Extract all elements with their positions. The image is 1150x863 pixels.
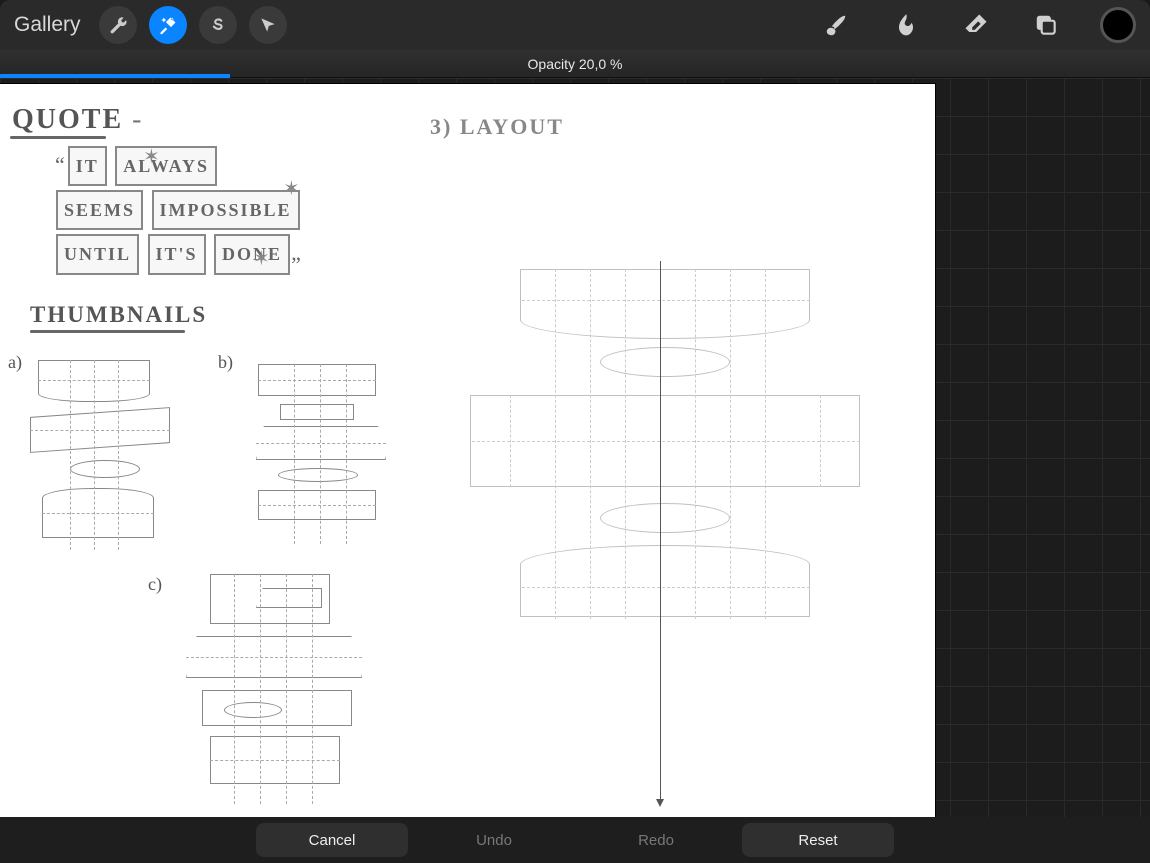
- transform-bar: Cancel Undo Redo Reset: [0, 817, 1150, 863]
- s-tool-icon[interactable]: [199, 6, 237, 44]
- layers-icon[interactable]: [1024, 3, 1068, 47]
- workspace[interactable]: QUOTE - “IT ALWAYS SEEMS IMPOSSIBLE UNTI…: [0, 78, 1150, 817]
- canvas[interactable]: QUOTE - “IT ALWAYS SEEMS IMPOSSIBLE UNTI…: [0, 84, 935, 817]
- opacity-slider[interactable]: Opacity 20,0 %: [0, 50, 1150, 78]
- opacity-label: Opacity 20,0 %: [528, 56, 623, 72]
- redo-button[interactable]: Redo: [580, 823, 732, 857]
- thumbnail-c: [180, 574, 370, 804]
- thumb-label-a: a): [8, 352, 22, 373]
- color-swatch[interactable]: [1100, 7, 1136, 43]
- layout-grid: [460, 269, 860, 749]
- gallery-button[interactable]: Gallery: [14, 13, 81, 37]
- magic-wand-icon[interactable]: [149, 6, 187, 44]
- thumbnails-heading: THUMBNAILS: [30, 302, 207, 328]
- cancel-button[interactable]: Cancel: [256, 823, 408, 857]
- top-toolbar: Gallery: [0, 0, 1150, 50]
- smudge-icon[interactable]: [884, 3, 928, 47]
- thumbnails-underline: [30, 330, 185, 333]
- quote-underline: [10, 136, 106, 139]
- reset-button[interactable]: Reset: [742, 823, 894, 857]
- thumbnail-a: [30, 360, 170, 550]
- quote-words: “IT ALWAYS SEEMS IMPOSSIBLE UNTIL IT'S D…: [55, 144, 305, 277]
- undo-button[interactable]: Undo: [418, 823, 570, 857]
- thumb-label-c: c): [148, 574, 162, 595]
- cursor-icon[interactable]: [249, 6, 287, 44]
- layout-heading: 3) LAYOUT: [430, 114, 564, 140]
- quote-heading: QUOTE -: [12, 104, 143, 136]
- thumbnail-b: [250, 364, 390, 544]
- eraser-icon[interactable]: [954, 3, 998, 47]
- brush-icon[interactable]: [814, 3, 858, 47]
- wrench-icon[interactable]: [99, 6, 137, 44]
- thumb-label-b: b): [218, 352, 233, 373]
